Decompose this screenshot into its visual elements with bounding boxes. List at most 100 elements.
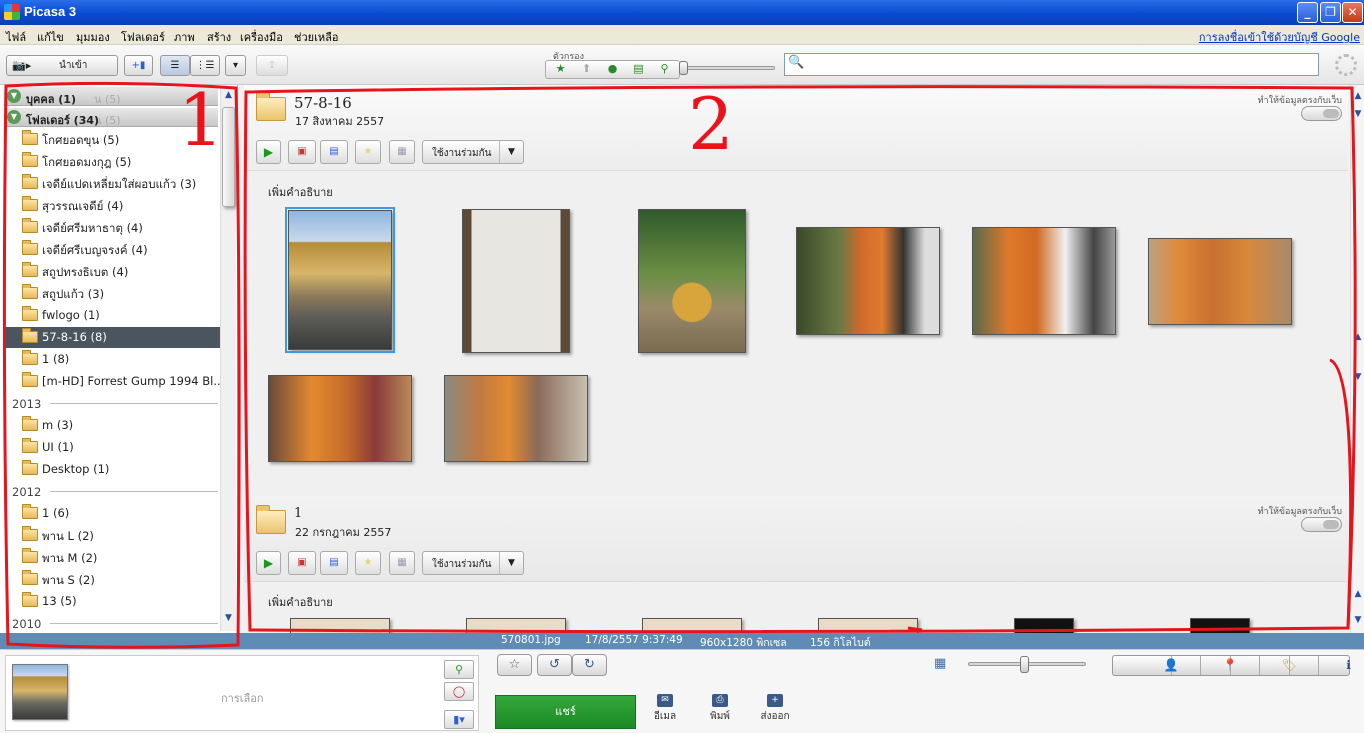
add-to-album-button[interactable]: +▮ [124,55,153,76]
folder-item[interactable]: สุวรรณเจดีย์ (4) [4,195,220,216]
add-to-album-dropdown[interactable]: ▮▾ [444,710,474,729]
star-album-button[interactable]: ★ [355,551,381,575]
collapse-toggle-icon[interactable]: ▼ [7,110,21,124]
menu-folder[interactable]: โฟลเดอร์ [121,28,165,46]
library-scroll-thumb[interactable] [222,107,235,207]
email-action[interactable]: ✉ อีเมล [645,694,685,724]
folder-item[interactable]: [m-HD] Forrest Gump 1994 Bl... [4,371,224,392]
menu-view[interactable]: มุมมอง [76,28,110,46]
folder-item[interactable]: 13 (5) [4,591,220,612]
folder-item[interactable]: โกศยอดขุน (5) [4,129,220,150]
filter-slider-knob[interactable] [679,61,688,75]
photo-thumbnail[interactable] [796,227,940,335]
photo-thumbnail[interactable] [290,618,390,633]
album-share-dropdown[interactable]: ใช้งานร่วมกัน ▼ [422,140,524,164]
album-date[interactable]: 22 กรกฎาคม 2557 [295,523,391,541]
scroll-down-icon[interactable]: ▼ [1352,615,1364,629]
scroll-down-icon[interactable]: ▼ [223,613,234,627]
folder-item[interactable]: 1 (6) [4,503,220,524]
thumbnail-size-knob[interactable] [1020,656,1029,673]
starred-filter-icon[interactable]: ★ [548,62,573,75]
menu-edit[interactable]: แก้ไข [37,28,64,46]
import-button[interactable]: 📷▸ นำเข้า [6,55,118,76]
folder-item[interactable]: โกศยอดมงกุฎ (5) [4,151,220,172]
folder-item[interactable]: 1 (8) [4,349,220,370]
movie-button[interactable]: ▤ [320,551,348,575]
tags-panel-button[interactable]: 🏷 [1231,656,1319,675]
save-album-button[interactable]: ▦ [389,551,415,575]
print-action[interactable]: ⎙ พิมพ์ [700,694,740,724]
folder-item[interactable]: เจดีย์ศรีเบญจรงค์ (4) [4,239,220,260]
places-panel-button[interactable]: 📍 [1172,656,1260,675]
slideshow-button[interactable]: ▶ [256,140,281,164]
close-button[interactable]: ✕ [1342,2,1363,23]
album-share-dropdown[interactable]: ใช้งานร่วมกัน ▼ [422,551,524,575]
folders-group-header[interactable]: ▼ น (5) โฟลเดอร์ (34) [4,108,218,127]
scroll-up-icon[interactable]: ▲ [1352,91,1364,105]
search-input[interactable] [805,56,1315,73]
photo-thumbnail[interactable] [818,618,918,633]
search-field[interactable]: 🔍 [784,53,1319,76]
scroll-up-icon[interactable]: ▲ [1352,332,1364,346]
star-album-button[interactable]: ★ [355,140,381,164]
filter-slider[interactable] [684,66,775,70]
folder-item[interactable]: เจดีย์แปดเหลี่ยมใส่ผอบแก้ว (3) [4,173,220,194]
share-button[interactable]: แชร์ [495,695,636,729]
upload-button[interactable]: ⇪ [256,55,288,76]
menu-picture[interactable]: ภาพ [174,28,195,46]
rotate-right-button[interactable]: ↻ [572,654,607,676]
folder-item[interactable]: พาน L (2) [4,525,220,546]
save-album-button[interactable]: ▦ [389,140,415,164]
library-scrollbar[interactable]: ▲ ▼ [220,87,236,631]
photo-thumbnail[interactable] [444,375,588,462]
folder-item[interactable]: 57-8-16 (8) [4,327,220,348]
folder-item[interactable]: สถูปทรงธิเบต (4) [4,261,220,282]
photo-thumbnail[interactable] [268,375,412,462]
scroll-down-icon[interactable]: ▼ [1352,372,1364,386]
rotate-left-button[interactable]: ↺ [537,654,572,676]
star-photo-button[interactable]: ☆ [497,654,532,676]
menu-create[interactable]: สร้าง [207,28,231,46]
folder-item[interactable]: Desktop (1) [4,459,220,480]
movie-button[interactable]: ▤ [320,140,348,164]
maximize-button[interactable]: ❐ [1320,2,1341,23]
menu-help[interactable]: ช่วยเหลือ [294,28,338,46]
album-title[interactable]: 57-8-16 [294,94,352,112]
list-view-button[interactable]: ☰ [160,55,190,76]
photo-thumbnail[interactable] [638,209,746,353]
scroll-up-icon[interactable]: ▲ [223,90,234,104]
album-date[interactable]: 17 สิงหาคม 2557 [295,112,384,130]
photo-thumbnail[interactable] [1190,618,1250,633]
photo-thumbnail[interactable] [972,227,1116,335]
selected-photo-thumbnail[interactable] [12,664,68,720]
album-title[interactable]: 1 [294,506,302,521]
collapse-toggle-icon[interactable]: ▼ [7,89,21,103]
minimize-button[interactable]: _ [1297,2,1318,23]
photo-thumbnail[interactable] [1014,618,1074,633]
scroll-down-icon[interactable]: ▼ [1352,109,1364,123]
collage-button[interactable]: ▣ [288,551,316,575]
scroll-up-icon[interactable]: ▲ [1352,589,1364,603]
slideshow-button[interactable]: ▶ [256,551,281,575]
menu-tools[interactable]: เครื่องมือ [240,28,283,46]
export-action[interactable]: + ส่งออก [755,694,795,724]
geotag-filter-icon[interactable]: ⚲ [652,62,677,75]
photo-thumbnail[interactable] [642,618,742,633]
folder-item[interactable]: UI (1) [4,437,220,458]
collage-button[interactable]: ▣ [288,140,316,164]
photo-thumbnail[interactable] [466,618,566,633]
folder-item[interactable]: m (3) [4,415,220,436]
info-panel-button[interactable]: ℹ [1290,656,1351,675]
movies-filter-icon[interactable]: ▤ [626,62,651,75]
sync-to-web-toggle[interactable] [1301,106,1342,121]
folder-item[interactable]: fwlogo (1) [4,305,220,326]
uploaded-filter-icon[interactable]: ⬆ [574,62,599,75]
people-panel-button[interactable]: 👤 [1113,656,1201,675]
folder-item[interactable]: สถูปแก้ว (3) [4,283,220,304]
folder-item[interactable]: พาน S (2) [4,569,220,590]
photo-thumbnail[interactable] [462,209,570,353]
faces-filter-icon[interactable]: ● [600,62,625,75]
view-options-dropdown[interactable]: ▾ [225,55,246,76]
add-caption-link[interactable]: เพิ่มคำอธิบาย [268,593,333,611]
photo-thumbnail[interactable] [1148,238,1292,325]
